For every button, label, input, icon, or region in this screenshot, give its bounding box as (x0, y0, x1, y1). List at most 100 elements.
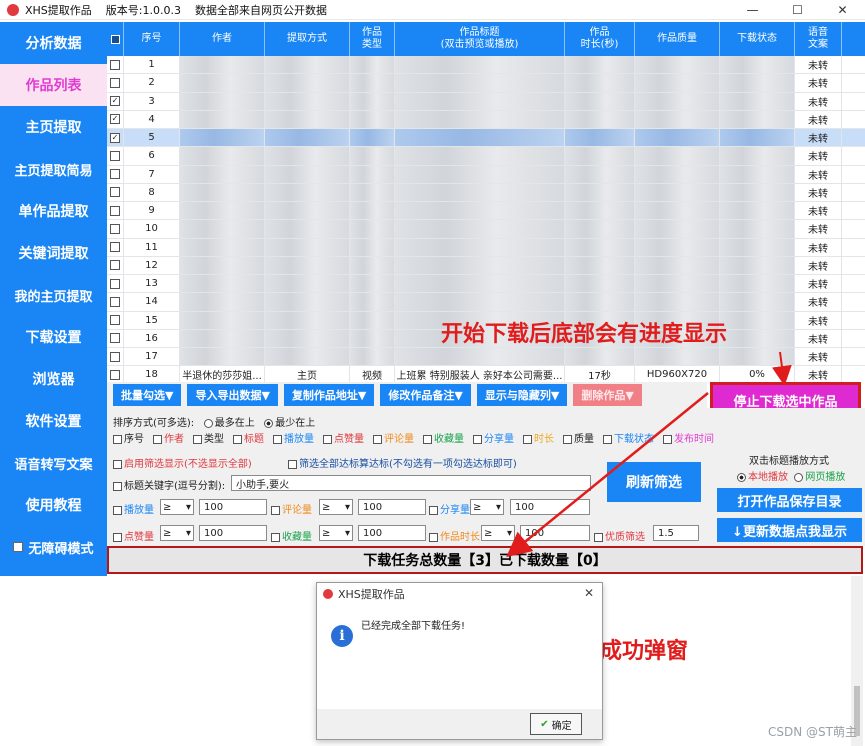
filter-share-op[interactable]: ≥ ▾ (470, 499, 504, 515)
sort-field-checkbox[interactable] (523, 434, 532, 444)
table-row[interactable]: ✓ 4 未转 (107, 110, 865, 129)
select-all-checkbox[interactable] (107, 22, 124, 56)
col-method[interactable]: 提取方式 (265, 22, 350, 56)
sort-field-checkbox[interactable] (323, 434, 332, 444)
table-row[interactable]: 11 未转 (107, 238, 865, 257)
sort-field-option[interactable]: 播放量 (273, 430, 314, 445)
sort-field-checkbox[interactable] (153, 434, 162, 444)
table-row[interactable]: 12 未转 (107, 256, 865, 275)
sidebar-item-my-home-extract[interactable]: 我的主页提取 (0, 274, 107, 316)
filter-comment-value[interactable]: 100 (358, 499, 426, 515)
filter-collect-op[interactable]: ≥ ▾ (319, 525, 353, 541)
filter-like-checkbox[interactable] (113, 532, 122, 542)
sort-field-checkbox[interactable] (473, 434, 482, 444)
filter-collect-option[interactable]: 收藏量 (271, 528, 312, 543)
update-data-button[interactable]: ↓更新数据点我显示 (717, 518, 862, 542)
web-play-radio[interactable] (794, 472, 804, 482)
sidebar-item-download-settings[interactable]: 下载设置 (0, 316, 107, 358)
sidebar-item-voice-transcribe[interactable]: 语音转写文案 (0, 442, 107, 484)
sort-field-checkbox[interactable] (563, 434, 572, 444)
table-row[interactable]: 10 未转 (107, 220, 865, 239)
row-checkbox[interactable]: ✓ (110, 96, 120, 107)
row-checkbox[interactable] (110, 351, 120, 362)
filter-like-op[interactable]: ≥ ▾ (160, 525, 194, 541)
sidebar-item-browser[interactable]: 浏览器 (0, 358, 107, 400)
sort-field-option[interactable]: 下载状态 (603, 430, 654, 445)
sort-field-checkbox[interactable] (373, 434, 382, 444)
filter-like-option[interactable]: 点赞量 (113, 528, 154, 543)
row-checkbox[interactable] (110, 169, 120, 180)
accessibility-checkbox[interactable] (13, 542, 24, 552)
sort-field-option[interactable]: 收藏量 (423, 430, 464, 445)
all-match-option[interactable]: 筛选全部达标算达标(不勾选有一项勾选达标即可) (288, 455, 517, 470)
sort-field-option[interactable]: 类型 (193, 430, 224, 445)
filter-play-option[interactable]: 播放量 (113, 501, 154, 516)
lower-scrollbar[interactable] (851, 576, 863, 746)
filter-play-op[interactable]: ≥ ▾ (160, 499, 194, 515)
filter-duration-value[interactable]: 100 (520, 525, 590, 541)
row-checkbox[interactable] (110, 242, 120, 253)
keyword-input[interactable]: 小助手,要火 (231, 475, 591, 491)
quality-filter-value[interactable]: 1.5 (653, 525, 699, 541)
filter-play-value[interactable]: 100 (199, 499, 267, 515)
sidebar-item-tutorial[interactable]: 使用教程 (0, 484, 107, 526)
keyword-option[interactable]: 标题关键字(逗号分割): (113, 477, 225, 492)
filter-duration-op[interactable]: ≥ ▾ (481, 525, 515, 541)
table-row[interactable]: 13 未转 (107, 275, 865, 294)
row-checkbox[interactable] (110, 77, 120, 88)
table-row[interactable]: 7 未转 (107, 165, 865, 184)
dialog-ok-button[interactable]: ✔ 确定 (530, 713, 582, 735)
sidebar-item-analysis[interactable]: 分析数据 (0, 22, 107, 64)
sidebar-item-works-list[interactable]: 作品列表 (0, 64, 107, 106)
col-author[interactable]: 作者 (180, 22, 265, 56)
row-checkbox[interactable] (110, 260, 120, 271)
sort-field-checkbox[interactable] (113, 434, 122, 444)
row-checkbox[interactable] (110, 59, 120, 70)
col-download-status[interactable]: 下载状态 (720, 22, 795, 56)
row-checkbox[interactable]: ✓ (110, 114, 120, 125)
table-row[interactable]: 6 未转 (107, 147, 865, 166)
sort-field-option[interactable]: 评论量 (373, 430, 414, 445)
row-checkbox[interactable] (110, 315, 120, 326)
sort-field-option[interactable]: 标题 (233, 430, 264, 445)
sort-field-checkbox[interactable] (193, 434, 202, 444)
open-save-dir-button[interactable]: 打开作品保存目录 (717, 488, 862, 512)
sort-asc-radio[interactable] (264, 418, 274, 428)
edit-note-button[interactable]: 修改作品备注▼ (380, 384, 471, 406)
sidebar-item-software-settings[interactable]: 软件设置 (0, 400, 107, 442)
row-checkbox[interactable] (110, 205, 120, 216)
sort-field-option[interactable]: 序号 (113, 430, 144, 445)
sort-field-checkbox[interactable] (423, 434, 432, 444)
sort-field-checkbox[interactable] (273, 434, 282, 444)
all-match-checkbox[interactable] (288, 459, 297, 469)
table-row[interactable]: 14 未转 (107, 293, 865, 312)
local-play-radio[interactable] (737, 472, 746, 482)
batch-select-button[interactable]: 批量勾选▼ (113, 384, 182, 406)
row-checkbox[interactable] (110, 187, 120, 198)
filter-share-checkbox[interactable] (429, 505, 438, 515)
table-row[interactable]: ✓ 3 未转 (107, 92, 865, 111)
filter-duration-option[interactable]: 作品时长 (429, 528, 480, 543)
row-checkbox[interactable]: ✓ (110, 132, 120, 143)
sort-field-option[interactable]: 点赞量 (323, 430, 364, 445)
sort-field-checkbox[interactable] (603, 434, 612, 444)
filter-play-checkbox[interactable] (113, 505, 122, 515)
table-row[interactable]: 17 未转 (107, 348, 865, 367)
col-index[interactable]: 序号 (124, 22, 180, 56)
sort-field-option[interactable]: 分享量 (473, 430, 514, 445)
sort-field-checkbox[interactable] (663, 434, 672, 444)
sort-field-checkbox[interactable] (233, 434, 242, 444)
col-quality[interactable]: 作品质量 (635, 22, 720, 56)
table-row[interactable]: 1 未转 (107, 56, 865, 75)
filter-comment-op[interactable]: ≥ ▾ (319, 499, 353, 515)
refresh-filter-button[interactable]: 刷新筛选 (607, 462, 701, 502)
sidebar-item-home-extract-simple[interactable]: 主页提取简易 (0, 148, 107, 190)
enable-filter-checkbox[interactable] (113, 459, 122, 469)
row-checkbox[interactable] (110, 333, 120, 344)
row-checkbox[interactable] (110, 369, 120, 380)
sort-field-option[interactable]: 质量 (563, 430, 594, 445)
table-row[interactable]: 8 未转 (107, 183, 865, 202)
row-checkbox[interactable] (110, 278, 120, 289)
close-button[interactable]: ✕ (820, 0, 865, 20)
maximize-button[interactable]: ☐ (775, 0, 820, 20)
